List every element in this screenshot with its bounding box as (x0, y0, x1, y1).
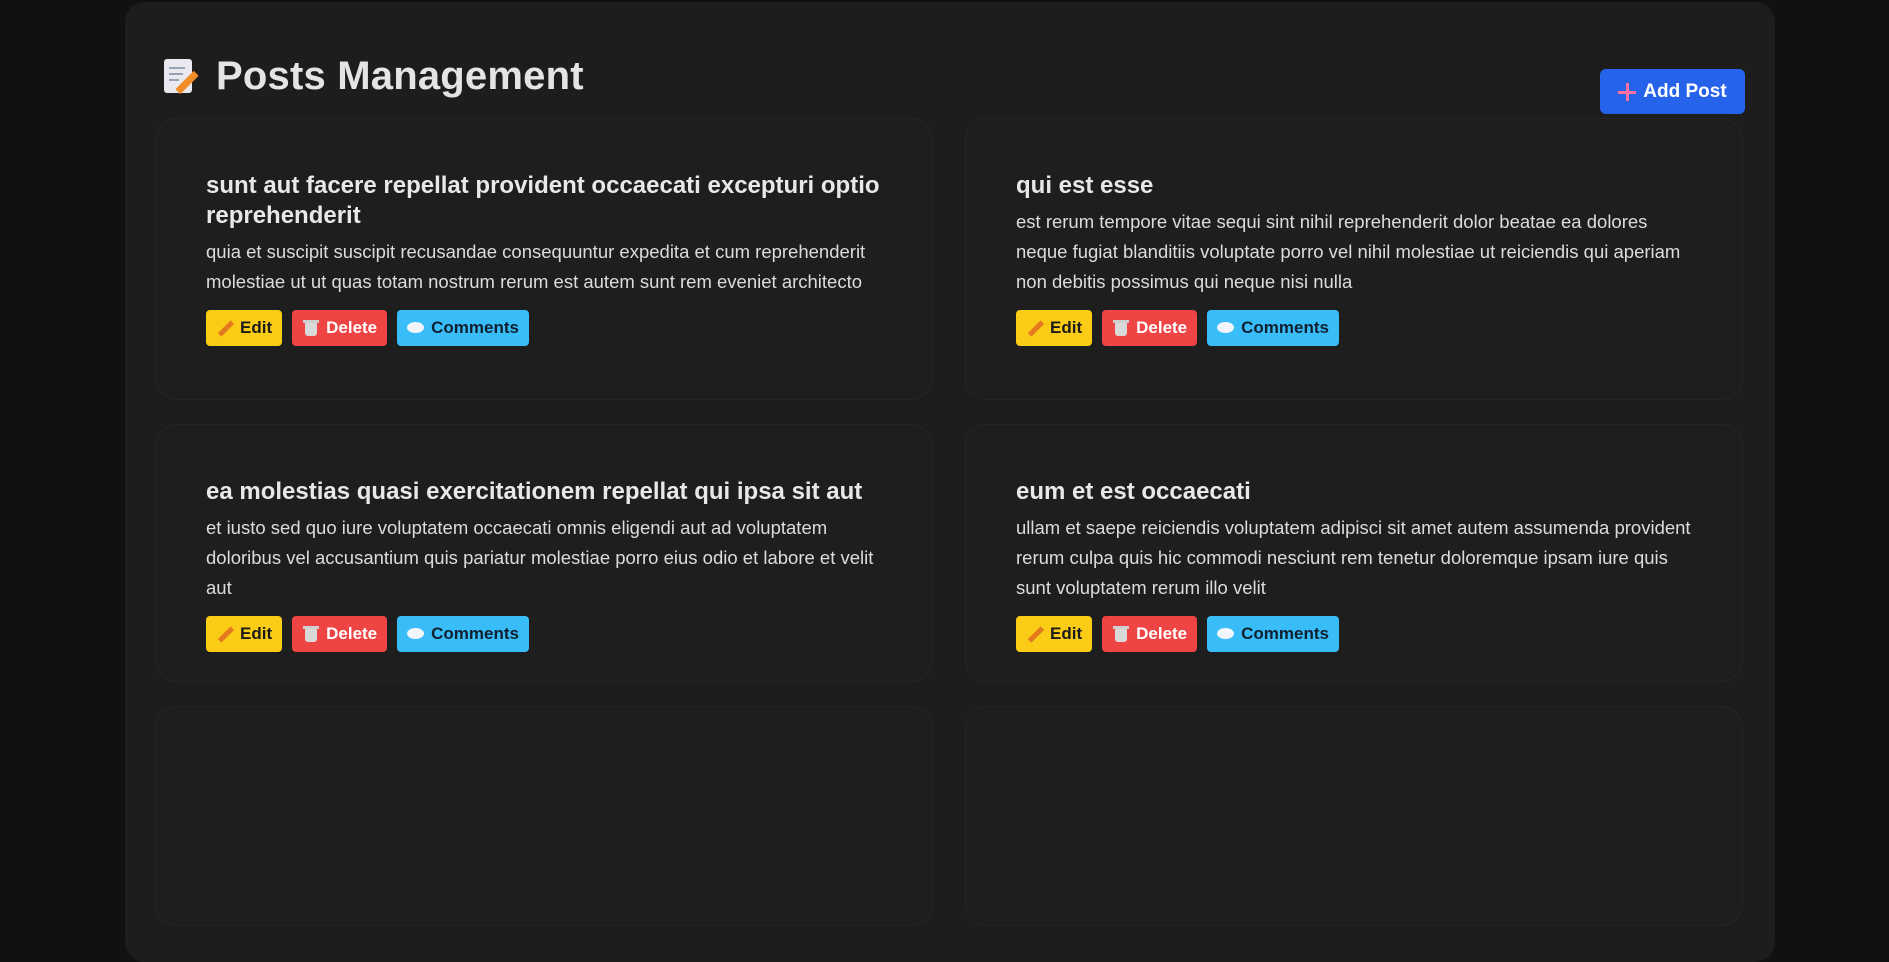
post-actions: Edit Delete Comments (206, 310, 892, 346)
comments-button[interactable]: Comments (1207, 310, 1339, 346)
plus-icon (1618, 82, 1637, 101)
trash-icon (302, 625, 320, 643)
title-group: Posts Management (162, 54, 584, 99)
post-actions: Edit Delete Comments (1016, 310, 1702, 346)
post-card: ea molestias quasi exercitationem repell… (155, 424, 933, 682)
post-body: ullam et saepe reiciendis voluptatem adi… (1016, 517, 1691, 598)
post-title: qui est esse (1016, 172, 1154, 199)
pencil-icon (216, 625, 234, 643)
posts-panel: Posts Management Add Post sunt aut facer… (125, 2, 1775, 962)
edit-label: Edit (240, 624, 273, 643)
delete-button[interactable]: Delete (1102, 310, 1198, 346)
post-actions: Edit Delete Comments (206, 616, 892, 652)
delete-button[interactable]: Delete (292, 616, 388, 652)
post-body: et iusto sed quo iure voluptatem occaeca… (206, 517, 874, 598)
speech-bubble-icon (1217, 319, 1235, 337)
post-card: eum et est occaecati ullam et saepe reic… (965, 424, 1743, 682)
comments-button[interactable]: Comments (1207, 616, 1339, 652)
memo-icon (162, 57, 199, 97)
comments-label: Comments (1241, 318, 1329, 337)
page-header: Posts Management Add Post (162, 54, 1745, 114)
edit-button[interactable]: Edit (1016, 310, 1093, 346)
comments-label: Comments (1241, 624, 1329, 643)
post-card-partial (965, 706, 1743, 926)
edit-button[interactable]: Edit (206, 616, 283, 652)
trash-icon (302, 319, 320, 337)
delete-label: Delete (1136, 624, 1188, 643)
post-title: ea molestias quasi exercitationem repell… (206, 478, 863, 505)
post-body: quia et suscipit suscipit recusandae con… (206, 241, 866, 292)
pencil-icon (1026, 625, 1044, 643)
speech-bubble-icon (407, 319, 425, 337)
pencil-icon (216, 319, 234, 337)
speech-bubble-icon (1217, 625, 1235, 643)
delete-button[interactable]: Delete (1102, 616, 1198, 652)
edit-button[interactable]: Edit (1016, 616, 1093, 652)
page-title: Posts Management (216, 54, 584, 98)
add-post-label: Add Post (1643, 80, 1727, 102)
trash-icon (1112, 319, 1130, 337)
comments-button[interactable]: Comments (397, 310, 529, 346)
edit-button[interactable]: Edit (206, 310, 283, 346)
comments-button[interactable]: Comments (397, 616, 529, 652)
post-body: est rerum tempore vitae sequi sint nihil… (1016, 211, 1681, 292)
post-actions: Edit Delete Comments (1016, 616, 1702, 652)
delete-button[interactable]: Delete (292, 310, 388, 346)
trash-icon (1112, 625, 1130, 643)
speech-bubble-icon (407, 625, 425, 643)
edit-label: Edit (1050, 318, 1083, 337)
comments-label: Comments (431, 624, 519, 643)
edit-label: Edit (1050, 624, 1083, 643)
post-card-partial (155, 706, 933, 926)
edit-label: Edit (240, 318, 273, 337)
post-title: sunt aut facere repellat provident occae… (206, 172, 880, 229)
post-card: sunt aut facere repellat provident occae… (155, 118, 933, 400)
post-card: qui est esse est rerum tempore vitae seq… (965, 118, 1743, 400)
add-post-button[interactable]: Add Post (1600, 69, 1745, 114)
delete-label: Delete (326, 318, 378, 337)
delete-label: Delete (1136, 318, 1188, 337)
pencil-icon (1026, 319, 1044, 337)
comments-label: Comments (431, 318, 519, 337)
post-title: eum et est occaecati (1016, 478, 1251, 505)
delete-label: Delete (326, 624, 378, 643)
